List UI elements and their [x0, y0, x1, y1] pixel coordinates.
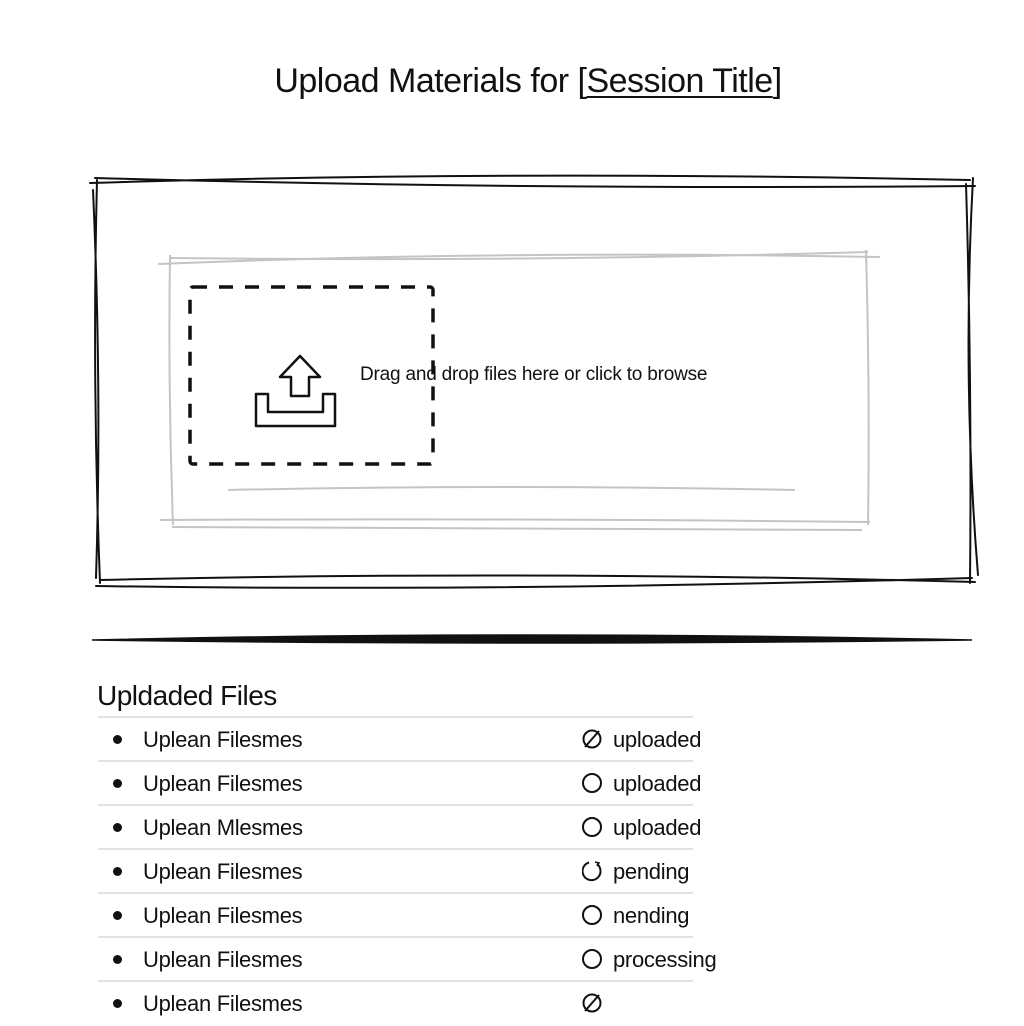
- file-status: pending: [613, 859, 690, 884]
- file-list-item[interactable]: Uplean Filesmes pending: [98, 848, 693, 894]
- bullet-icon: [113, 911, 122, 920]
- file-name: Uplean Filesmes: [143, 991, 303, 1016]
- slashed-circle-icon: [582, 993, 602, 1013]
- upload-tray-icon: [254, 354, 337, 428]
- file-list-item[interactable]: Uplean Filesmes processing: [98, 936, 717, 982]
- file-list-item[interactable]: Uplean Filesmes nending: [98, 892, 693, 938]
- slashed-circle-icon: [582, 729, 602, 749]
- inner-drop-area: [157, 249, 881, 531]
- file-name: Uplean Filesmes: [143, 947, 303, 972]
- bullet-icon: [113, 779, 122, 788]
- file-list-item[interactable]: Uplean Filesmes uploaded: [98, 716, 701, 762]
- bullet-icon: [113, 735, 122, 744]
- circle-icon: [582, 949, 602, 969]
- circle-icon: [582, 773, 602, 793]
- bullet-icon: [113, 823, 122, 832]
- bullet-icon: [113, 867, 122, 876]
- file-status: nending: [613, 903, 690, 928]
- bullet-icon: [113, 999, 122, 1008]
- drop-instruction[interactable]: Drag and drop files here or click to bro…: [360, 364, 707, 386]
- file-status: uploaded: [613, 727, 702, 752]
- file-status: processing: [613, 947, 717, 972]
- file-name: Uplean Filesmes: [143, 771, 303, 796]
- file-name: Uplean Filesmes: [143, 903, 303, 928]
- file-name: Uplean Filesmes: [143, 727, 303, 752]
- refresh-circle-icon: [582, 861, 602, 882]
- file-status: uploaded: [613, 771, 702, 796]
- bullet-icon: [113, 955, 122, 964]
- circle-icon: [582, 905, 602, 925]
- file-name: Uplean Filesmes: [143, 859, 303, 884]
- file-list-item[interactable]: Uplean Mlesmes uploaded: [98, 804, 701, 850]
- uploaded-files-heading: Upldaded Files: [97, 680, 277, 711]
- file-status: uploaded: [613, 815, 702, 840]
- section-divider: [91, 634, 973, 644]
- file-list-item[interactable]: Uplean Filesmes: [98, 980, 693, 1026]
- file-list-item[interactable]: Uplean Filesmes uploaded: [98, 760, 701, 806]
- circle-icon: [582, 817, 602, 837]
- file-name: Uplean Mlesmes: [143, 815, 303, 840]
